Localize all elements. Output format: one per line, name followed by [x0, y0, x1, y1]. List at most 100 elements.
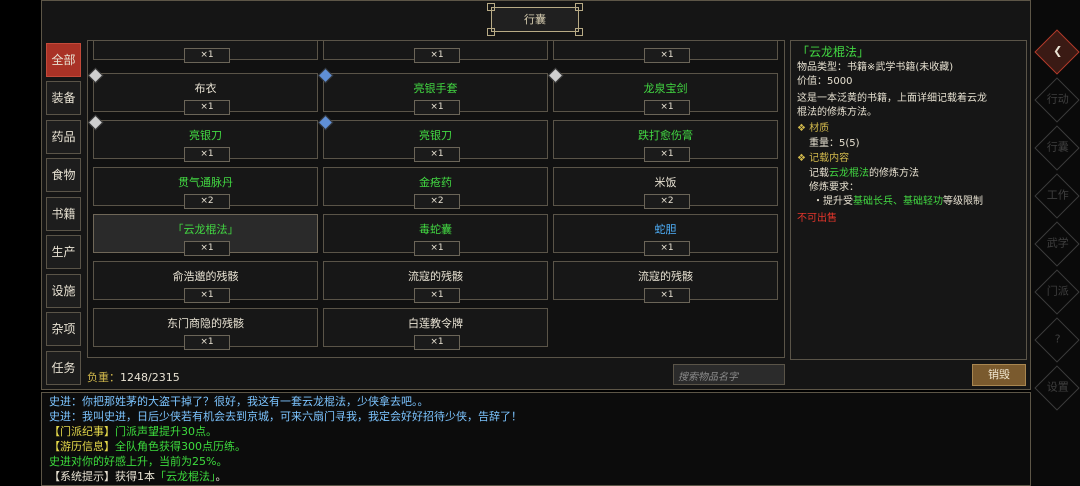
item-quantity: ×1 — [184, 147, 230, 162]
item-slot[interactable]: 贯气通脉丹 ×2 — [93, 167, 318, 209]
log-line: 史进：你把那姓茅的大盗干掉了？很好，我这有一套云龙棍法，少侠拿去吧。。 — [49, 395, 429, 408]
item-detail-panel: 「云龙棍法」 物品类型：书籍※武学书籍(未收藏) 价值：5000 这是一本泛黄的… — [790, 40, 1027, 360]
detail-weight: 重量：5(5) — [809, 138, 860, 149]
item-slot[interactable]: ×1 — [553, 41, 778, 63]
item-name: 龙泉宝剑 — [643, 82, 688, 95]
item-name: 跌打愈伤膏 — [638, 129, 693, 142]
detail-description: 这是一本泛黄的书籍，上面详细记载着云龙 — [797, 93, 987, 104]
item-name: 流寇的残骸 — [408, 270, 463, 283]
item-slot[interactable]: 龙泉宝剑 ×1 — [547, 67, 778, 115]
item-slot[interactable]: 俞浩邈的残骸 ×1 — [93, 261, 318, 303]
help-icon[interactable]: ? — [1034, 317, 1080, 363]
tab-all[interactable]: 全部 — [46, 43, 81, 77]
menu-item-martial-arts[interactable]: 武学 — [1034, 221, 1080, 267]
item-quantity: ×1 — [414, 288, 460, 303]
item-quantity: ×1 — [414, 335, 460, 350]
menu-item-bag[interactable]: 行囊 — [1034, 125, 1080, 171]
tab-equipment[interactable]: 装备 — [46, 81, 81, 115]
menu-back-button[interactable]: ❮ — [1034, 29, 1080, 75]
menu-item-sect[interactable]: 门派 — [1034, 269, 1080, 315]
item-quantity: ×2 — [184, 194, 230, 209]
tab-facilities[interactable]: 设施 — [46, 274, 81, 308]
item-quantity: ×1 — [184, 48, 230, 63]
item-name: 「云龙棍法」 — [172, 223, 239, 236]
title-corner-ornament — [487, 3, 495, 11]
detail-description: 棍法的修炼方法。 — [797, 107, 877, 118]
item-slot[interactable]: 毒蛇囊 ×1 — [323, 214, 548, 256]
item-name: 毒蛇囊 — [419, 223, 452, 236]
item-name: 亮银手套 — [413, 82, 458, 95]
item-name: 亮银刀 — [419, 129, 452, 142]
unsellable-notice: 不可出售 — [797, 213, 837, 224]
item-name: 流寇的残骸 — [638, 270, 693, 283]
menu-item-action[interactable]: 行动 — [1034, 77, 1080, 123]
log-line: 史进：我叫史进，日后少侠若有机会去到京城，可来六扇门寻我，我定会好好招待少侠，告… — [49, 410, 522, 423]
item-grid[interactable]: ×1 ×1 ×1 布衣 ×1 亮银手套 ×1 龙泉宝剑 ×1 亮银刀 ×1 亮银… — [87, 40, 785, 358]
tab-production[interactable]: 生产 — [46, 235, 81, 269]
item-slot[interactable]: 亮银刀 ×1 — [317, 114, 548, 162]
item-name: 亮银刀 — [189, 129, 222, 142]
item-slot[interactable]: 流寇的残骸 ×1 — [553, 261, 778, 303]
requirement-label: 修炼要求： — [809, 182, 859, 193]
carry-weight: 负重：1248/2315 — [87, 371, 180, 384]
item-slot[interactable]: 白莲教令牌 ×1 — [323, 308, 548, 350]
material-header: ❖ 材质 — [797, 123, 830, 134]
item-slot[interactable]: 东门商隐的残骸 ×1 — [93, 308, 318, 350]
item-slot-selected[interactable]: 「云龙棍法」 ×1 — [93, 214, 318, 256]
item-slot[interactable]: 亮银刀 ×1 — [88, 114, 318, 162]
search-input[interactable]: 搜索物品名字 — [673, 364, 785, 385]
diamond-bullet-icon: ❖ — [797, 153, 806, 164]
detail-type: 物品类型：书籍※武学书籍(未收藏) — [797, 62, 954, 73]
item-quantity: ×1 — [414, 147, 460, 162]
item-quantity: ×1 — [184, 100, 230, 115]
tab-misc[interactable]: 杂项 — [46, 312, 81, 346]
settings-icon[interactable]: 设置 — [1034, 365, 1080, 411]
right-menu-sidebar: ❮ 行动 行囊 工作 武学 门派 ? 设置 — [1031, 0, 1080, 486]
item-slot[interactable]: 跌打愈伤膏 ×1 — [553, 120, 778, 162]
item-slot[interactable]: 亮银手套 ×1 — [317, 67, 548, 115]
item-quantity: ×2 — [414, 194, 460, 209]
item-quantity: ×1 — [644, 241, 690, 256]
tab-books[interactable]: 书籍 — [46, 197, 81, 231]
window-title-box: 行囊 — [491, 7, 579, 32]
item-name: 布衣 — [194, 82, 217, 95]
log-line: 【游历信息】全队角色获得300点历练。 — [49, 440, 246, 453]
log-line: 【系统提示】获得1本「云龙棍法」。 — [49, 470, 227, 483]
item-quantity: ×1 — [184, 241, 230, 256]
item-name: 俞浩邈的残骸 — [172, 270, 239, 283]
item-name: 东门商隐的残骸 — [167, 317, 244, 330]
tab-food[interactable]: 食物 — [46, 158, 81, 192]
item-slot[interactable]: 流寇的残骸 ×1 — [323, 261, 548, 303]
log-line: 史进对你的好感上升，当前为25%。 — [49, 455, 228, 468]
item-name: 白莲教令牌 — [408, 317, 463, 330]
item-quantity: ×1 — [184, 288, 230, 303]
item-name: 米饭 — [654, 176, 677, 189]
item-quantity: ×1 — [184, 335, 230, 350]
content-header: ❖ 记载内容 — [797, 153, 850, 164]
item-slot[interactable]: 布衣 ×1 — [88, 67, 318, 115]
window-title: 行囊 — [524, 13, 546, 26]
title-corner-ornament — [575, 28, 583, 36]
item-slot[interactable]: ×1 — [323, 41, 548, 63]
item-slot[interactable]: 蛇胆 ×1 — [553, 214, 778, 256]
item-slot[interactable]: 金疮药 ×2 — [323, 167, 548, 209]
item-quantity: ×1 — [414, 48, 460, 63]
item-slot[interactable]: 米饭 ×2 — [553, 167, 778, 209]
tab-quests[interactable]: 任务 — [46, 351, 81, 385]
item-quantity: ×1 — [414, 100, 460, 115]
item-slot[interactable]: ×1 — [93, 41, 318, 63]
item-quantity: ×2 — [644, 194, 690, 209]
record-line: 记载云龙棍法的修炼方法 — [809, 168, 919, 179]
title-corner-ornament — [487, 28, 495, 36]
item-quantity: ×1 — [644, 288, 690, 303]
requirement-line: ・提升受基础长兵、基础轻功等级限制 — [813, 196, 983, 207]
destroy-button[interactable]: 销毁 — [972, 364, 1026, 386]
item-quantity: ×1 — [644, 147, 690, 162]
diamond-bullet-icon: ❖ — [797, 123, 806, 134]
item-name: 贯气通脉丹 — [178, 176, 233, 189]
message-log[interactable]: 史进：你把那姓茅的大盗干掉了？很好，我这有一套云龙棍法，少侠拿去吧。。 史进：我… — [41, 392, 1031, 486]
tab-medicine[interactable]: 药品 — [46, 120, 81, 154]
log-line: 【门派纪事】门派声望提升30点。 — [49, 425, 217, 438]
menu-item-work[interactable]: 工作 — [1034, 173, 1080, 219]
item-quantity: ×1 — [644, 100, 690, 115]
